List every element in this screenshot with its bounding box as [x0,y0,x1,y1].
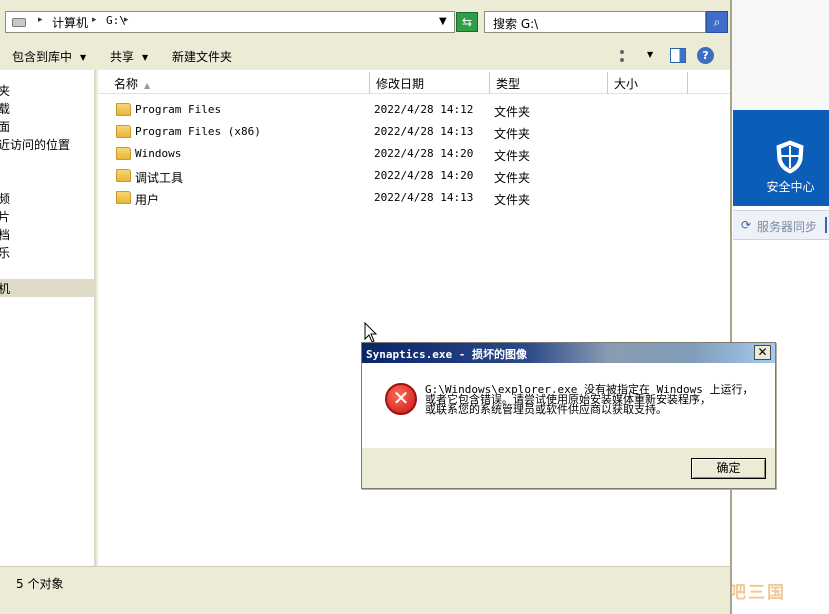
column-header-size[interactable]: 大小 [608,72,688,94]
address-bar-row: ▸ 计算机 ▸ G:\ ▸ ▼ ⇆ 搜索 G:\ ⌕ [0,0,730,44]
column-header-type[interactable]: 类型 [490,72,608,94]
chevron-down-icon[interactable]: ▼ [439,16,447,27]
folder-icon [116,103,131,116]
file-list: 名称 ▲ 修改日期 类型 大小 Program Files 2022/4/28 1… [98,70,730,566]
file-name: 用户 [135,193,160,207]
security-center-tile[interactable]: 安全中心 [733,110,829,206]
drive-icon [12,18,26,27]
share-button[interactable]: 共享 ▼ [110,48,148,65]
file-name: Program Files (x86) [135,125,261,138]
folder-icon [116,191,131,204]
help-icon[interactable]: ? [697,47,714,64]
address-bar[interactable]: ▸ 计算机 ▸ G:\ ▸ ▼ [5,11,455,33]
shield-icon [776,140,804,174]
view-options-icon[interactable] [620,50,634,62]
table-row[interactable]: Program Files (x86) 2022/4/28 14:13 文件夹 [98,122,730,144]
file-type: 文件夹 [494,149,531,163]
file-name: Windows [135,147,182,160]
sort-ascending-icon: ▲ [144,81,151,90]
folder-icon [116,125,131,138]
table-row[interactable]: Windows 2022/4/28 14:20 文件夹 [98,144,730,166]
file-modified: 2022/4/28 14:13 [374,191,474,204]
table-row[interactable]: 调试工具 2022/4/28 14:20 文件夹 [98,166,730,188]
folder-icon [116,169,131,182]
nav-item-videos[interactable]: 频 [0,190,10,207]
chevron-down-icon: ▼ [80,53,87,62]
file-name: 调试工具 [135,171,184,185]
item-count: 5 个对象 [16,577,64,591]
share-label: 共享 [110,50,135,64]
chevron-down-icon: ▼ [142,53,149,62]
dialog-title-bar[interactable]: Synaptics.exe - 损坏的图像 ✕ [362,343,775,363]
status-bar: 5 个对象 [0,566,730,614]
column-name-label: 名称 [114,77,139,91]
breadcrumb-computer[interactable]: 计算机 [52,14,88,31]
breadcrumb-arrow-icon[interactable]: ▸ [124,15,129,25]
search-icon[interactable]: ⌕ [706,11,728,33]
table-row[interactable]: 用户 2022/4/28 14:13 文件夹 [98,188,730,210]
background-app-panel: 安全中心 ⟳ 服务器同步 [730,0,829,614]
file-type: 文件夹 [494,193,531,207]
background-app-top [730,0,829,110]
security-center-label: 安全中心 [766,180,815,194]
file-type: 文件夹 [494,127,531,141]
refresh-button[interactable]: ⇆ [456,12,478,32]
dialog-message-line: 或联系您的系统管理员或软件供应商以获取支持。 [425,403,667,416]
nav-selected-highlight [0,279,94,297]
error-dialog: Synaptics.exe - 损坏的图像 ✕ ✕ G:\Windows\exp… [361,342,776,489]
command-bar: 包含到库中 ▼ 共享 ▼ 新建文件夹 ▼ ? [0,44,730,70]
breadcrumb-arrow-icon[interactable]: ▸ [38,15,43,25]
file-type: 文件夹 [494,105,531,119]
sync-separator [825,217,827,233]
file-modified: 2022/4/28 14:20 [374,147,474,160]
file-modified: 2022/4/28 14:20 [374,169,474,182]
preview-pane-icon[interactable] [670,48,686,63]
breadcrumb-drive[interactable]: G:\ [106,14,126,27]
folder-icon [116,147,131,160]
chevron-down-icon[interactable]: ▼ [647,50,653,59]
nav-item-computer[interactable]: 机 [0,280,10,297]
ok-button[interactable]: 确定 [691,458,766,479]
close-button[interactable]: ✕ [754,345,771,360]
server-sync-bar[interactable]: ⟳ 服务器同步 [733,210,829,240]
dialog-message: G:\Windows\explorer.exe 没有被指定在 Windows 上… [425,384,770,416]
dialog-title: Synaptics.exe - 损坏的图像 [366,348,527,361]
column-header-modified[interactable]: 修改日期 [370,72,490,94]
include-in-library-button[interactable]: 包含到库中 ▼ [12,48,86,65]
nav-item-desktop[interactable]: 面 [0,118,10,135]
include-in-library-label: 包含到库中 [12,50,73,64]
search-input[interactable]: 搜索 G:\ [484,11,706,33]
navigation-pane: 夹 载 面 近访问的位置 频 片 档 乐 机 [0,70,96,566]
nav-item-favorites[interactable]: 夹 [0,82,10,99]
explorer-window: ▸ 计算机 ▸ G:\ ▸ ▼ ⇆ 搜索 G:\ ⌕ 包含到库中 ▼ 共享 ▼ 新建… [0,0,732,614]
column-header-name[interactable]: 名称 ▲ [108,72,370,94]
nav-item-pictures[interactable]: 片 [0,208,10,225]
breadcrumb-arrow-icon[interactable]: ▸ [92,15,97,25]
file-modified: 2022/4/28 14:12 [374,103,474,116]
nav-item-downloads[interactable]: 载 [0,100,10,117]
server-sync-label: 服务器同步 [757,220,818,234]
file-modified: 2022/4/28 14:13 [374,125,474,138]
nav-item-music[interactable]: 乐 [0,244,10,261]
mouse-pointer-icon [364,322,378,343]
new-folder-button[interactable]: 新建文件夹 [172,48,232,65]
column-header-row: 名称 ▲ 修改日期 类型 大小 [98,70,730,94]
dialog-body: ✕ G:\Windows\explorer.exe 没有被指定在 Windows… [362,363,775,448]
error-icon: ✕ [385,383,417,415]
nav-item-documents[interactable]: 档 [0,226,10,243]
nav-item-recent-places[interactable]: 近访问的位置 [0,136,70,153]
file-type: 文件夹 [494,171,531,185]
sync-icon: ⟳ [741,218,752,232]
file-name: Program Files [135,103,222,116]
table-row[interactable]: Program Files 2022/4/28 14:12 文件夹 [98,100,730,122]
